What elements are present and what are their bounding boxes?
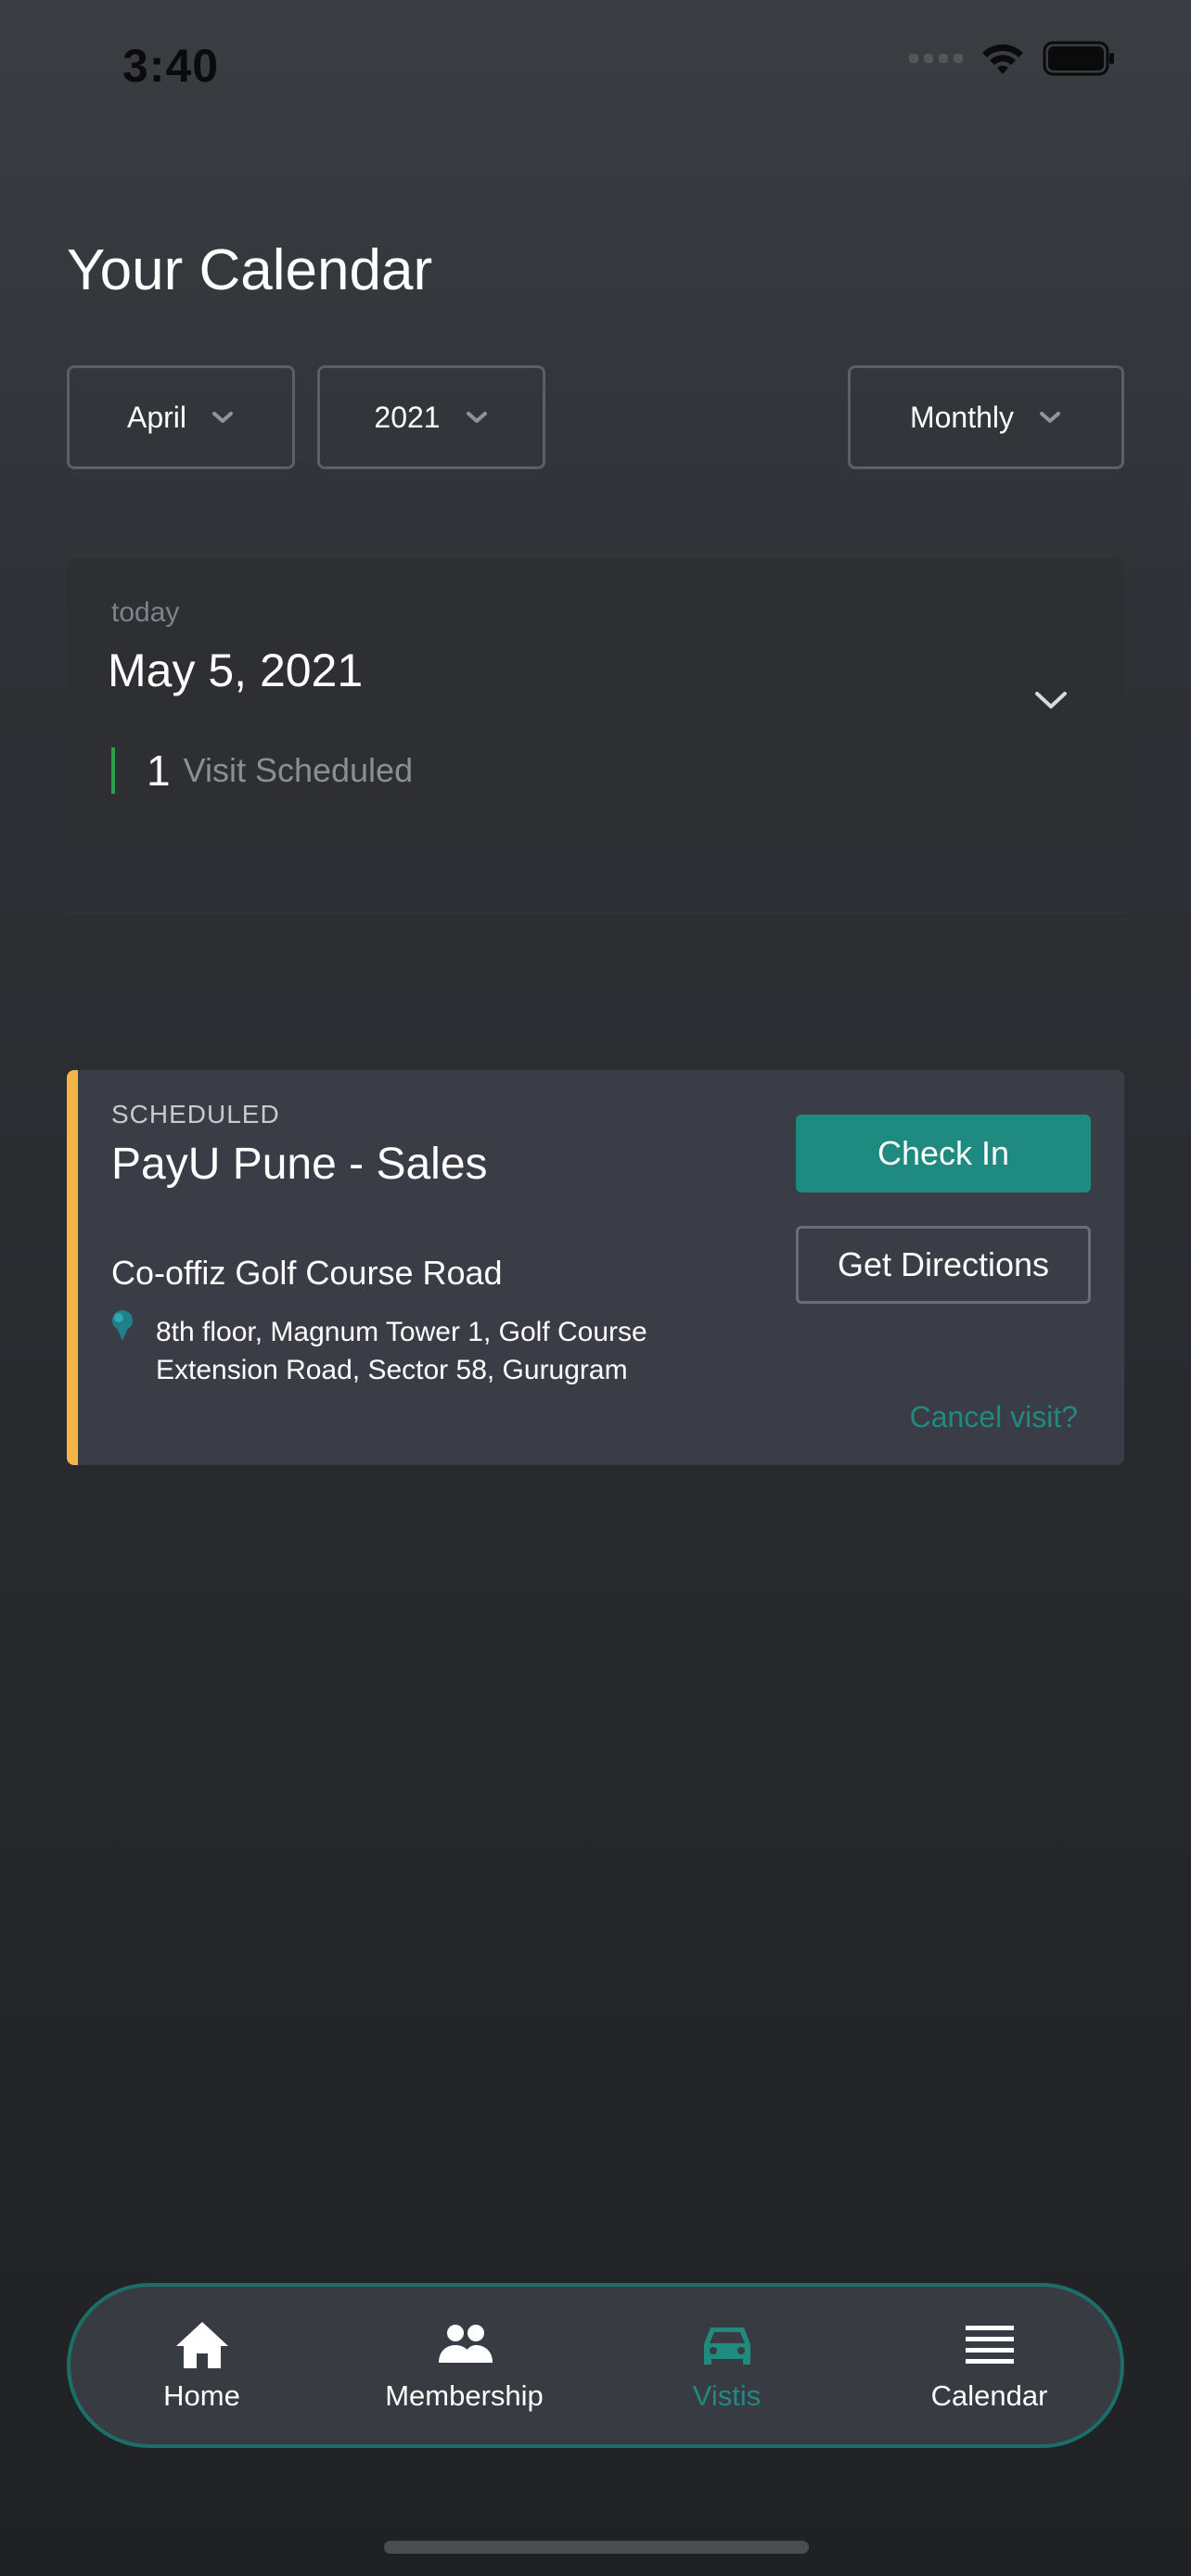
chevron-down-icon	[466, 412, 487, 423]
cancel-visit-link[interactable]: Cancel visit?	[910, 1400, 1078, 1435]
tab-visits-label: Vistis	[692, 2379, 762, 2412]
tab-home-label: Home	[163, 2379, 240, 2412]
visit-count-row: 1 Visit Scheduled	[111, 746, 414, 795]
get-directions-button[interactable]: Get Directions	[796, 1226, 1091, 1304]
view-mode-dropdown-value: Monthly	[909, 400, 1015, 434]
check-in-button[interactable]: Check In	[796, 1115, 1091, 1192]
visit-card: SCHEDULED PayU Pune - Sales Co-offiz Gol…	[67, 1070, 1124, 1465]
visit-title: PayU Pune - Sales	[111, 1140, 488, 1189]
visit-count-label: Visit Scheduled	[183, 751, 414, 789]
expand-chevron-icon[interactable]	[1030, 679, 1072, 721]
today-label: today	[111, 597, 180, 628]
people-icon	[438, 2325, 493, 2363]
tab-calendar-label: Calendar	[930, 2379, 1048, 2412]
visit-status: SCHEDULED	[111, 1100, 280, 1129]
home-indicator[interactable]	[384, 2541, 809, 2554]
menu-lines-icon	[965, 2326, 1014, 2364]
chevron-down-icon	[1040, 412, 1061, 423]
car-icon	[703, 2327, 750, 2365]
visit-count: 1	[147, 746, 171, 795]
home-icon	[175, 2322, 228, 2368]
today-date: May 5, 2021	[108, 644, 364, 696]
visit-status-accent	[67, 1070, 78, 1465]
visit-address: 8th floor, Magnum Tower 1, Golf Course E…	[156, 1317, 647, 1385]
wifi-icon	[980, 41, 1026, 76]
year-dropdown-value: 2021	[374, 400, 441, 434]
tab-home[interactable]: Home	[91, 2318, 314, 2413]
view-mode-dropdown[interactable]: Monthly	[848, 365, 1124, 469]
status-icons	[909, 41, 1117, 76]
visit-venue: Co-offiz Golf Course Road	[111, 1254, 503, 1292]
page-title: Your Calendar	[67, 238, 433, 302]
chevron-down-icon	[212, 412, 233, 423]
calendar-screen: 3:40 Your Calendar April 2021 Monthly to…	[0, 0, 1191, 2576]
location-pin-icon	[112, 1310, 133, 1341]
visit-indicator-bar	[111, 747, 115, 794]
battery-icon	[1043, 41, 1117, 76]
tab-visits[interactable]: Vistis	[616, 2318, 839, 2413]
signal-icon	[909, 54, 963, 63]
section-divider	[67, 912, 1124, 914]
month-dropdown-value: April	[126, 400, 186, 434]
today-card[interactable]: today May 5, 2021 1 Visit Scheduled	[67, 558, 1124, 836]
status-time: 3:40	[122, 40, 220, 92]
year-dropdown[interactable]: 2021	[317, 365, 545, 469]
bottom-tab-bar: Home Membership Vistis Calendar	[67, 2283, 1124, 2448]
tab-membership-label: Membership	[385, 2379, 544, 2412]
month-dropdown[interactable]: April	[67, 365, 295, 469]
tab-calendar[interactable]: Calendar	[878, 2318, 1101, 2413]
tab-membership[interactable]: Membership	[353, 2318, 576, 2413]
